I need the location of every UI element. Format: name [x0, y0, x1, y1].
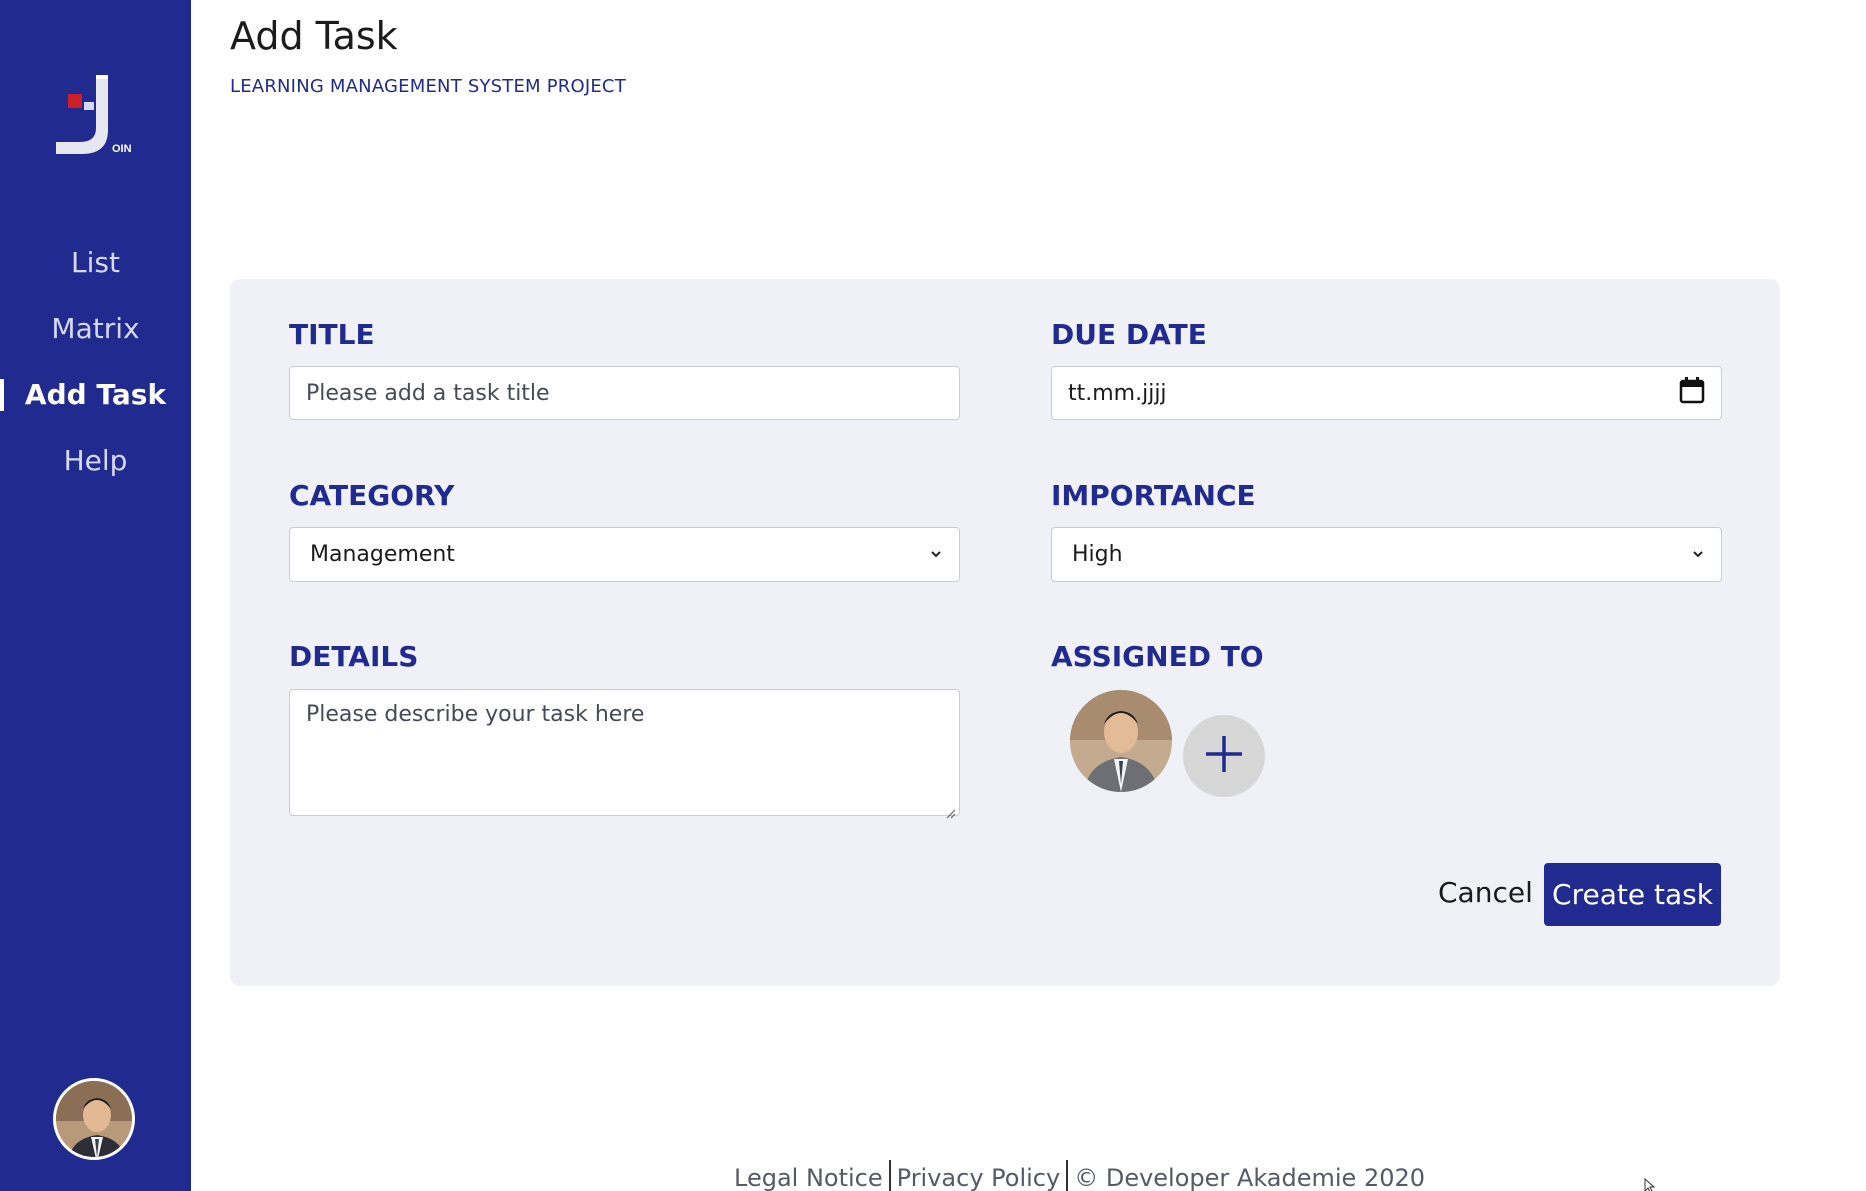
- project-subtitle: LEARNING MANAGEMENT SYSTEM PROJECT: [230, 76, 626, 97]
- details-placeholder: Please describe your task here: [306, 702, 645, 727]
- due-date-input[interactable]: tt.mm.jjjj: [1051, 366, 1722, 420]
- footer: Legal Notice Privacy Policy © Developer …: [734, 1160, 1425, 1191]
- due-date-label: DUE DATE: [1051, 318, 1207, 351]
- sidebar-item-help[interactable]: Help: [0, 428, 191, 494]
- footer-divider: [888, 1160, 891, 1191]
- legal-notice-link[interactable]: Legal Notice: [734, 1164, 883, 1191]
- due-date-value: tt.mm.jjjj: [1068, 380, 1167, 406]
- mouse-cursor-icon: [1644, 1177, 1658, 1191]
- resize-handle-icon[interactable]: [944, 800, 956, 819]
- add-assignee-button[interactable]: [1183, 715, 1265, 797]
- join-logo[interactable]: OIN: [50, 72, 150, 162]
- cancel-button[interactable]: Cancel: [1438, 876, 1533, 909]
- category-select[interactable]: Management: [289, 527, 960, 582]
- sidebar-item-add-task[interactable]: Add Task: [0, 362, 191, 428]
- plus-icon: [1202, 732, 1246, 780]
- footer-divider: [1066, 1160, 1069, 1191]
- chevron-down-icon: [1691, 542, 1705, 567]
- page-title: Add Task: [230, 14, 398, 58]
- details-textarea[interactable]: Please describe your task here: [289, 689, 960, 819]
- create-task-button[interactable]: Create task: [1544, 863, 1721, 926]
- chevron-down-icon: [929, 542, 943, 567]
- sidebar-item-matrix[interactable]: Matrix: [0, 296, 191, 362]
- category-value: Management: [310, 542, 455, 567]
- assigned-to-label: ASSIGNED TO: [1051, 640, 1264, 673]
- details-label: DETAILS: [289, 640, 419, 673]
- category-label: CATEGORY: [289, 479, 455, 512]
- assignee-avatar[interactable]: [1070, 690, 1172, 792]
- sidebar-nav: List Matrix Add Task Help: [0, 230, 191, 494]
- importance-value: High: [1072, 542, 1123, 567]
- title-placeholder: Please add a task title: [306, 380, 550, 406]
- title-label: TITLE: [289, 318, 375, 351]
- copyright-text: © Developer Akademie 2020: [1074, 1164, 1426, 1191]
- title-input[interactable]: Please add a task title: [289, 366, 960, 420]
- sidebar: OIN List Matrix Add Task Help: [0, 0, 191, 1191]
- importance-select[interactable]: High: [1051, 527, 1722, 582]
- sidebar-item-list[interactable]: List: [0, 230, 191, 296]
- importance-label: IMPORTANCE: [1051, 479, 1256, 512]
- user-avatar[interactable]: [53, 1078, 135, 1160]
- logo-text: OIN: [112, 143, 132, 155]
- calendar-icon[interactable]: [1679, 376, 1705, 410]
- privacy-policy-link[interactable]: Privacy Policy: [897, 1164, 1061, 1191]
